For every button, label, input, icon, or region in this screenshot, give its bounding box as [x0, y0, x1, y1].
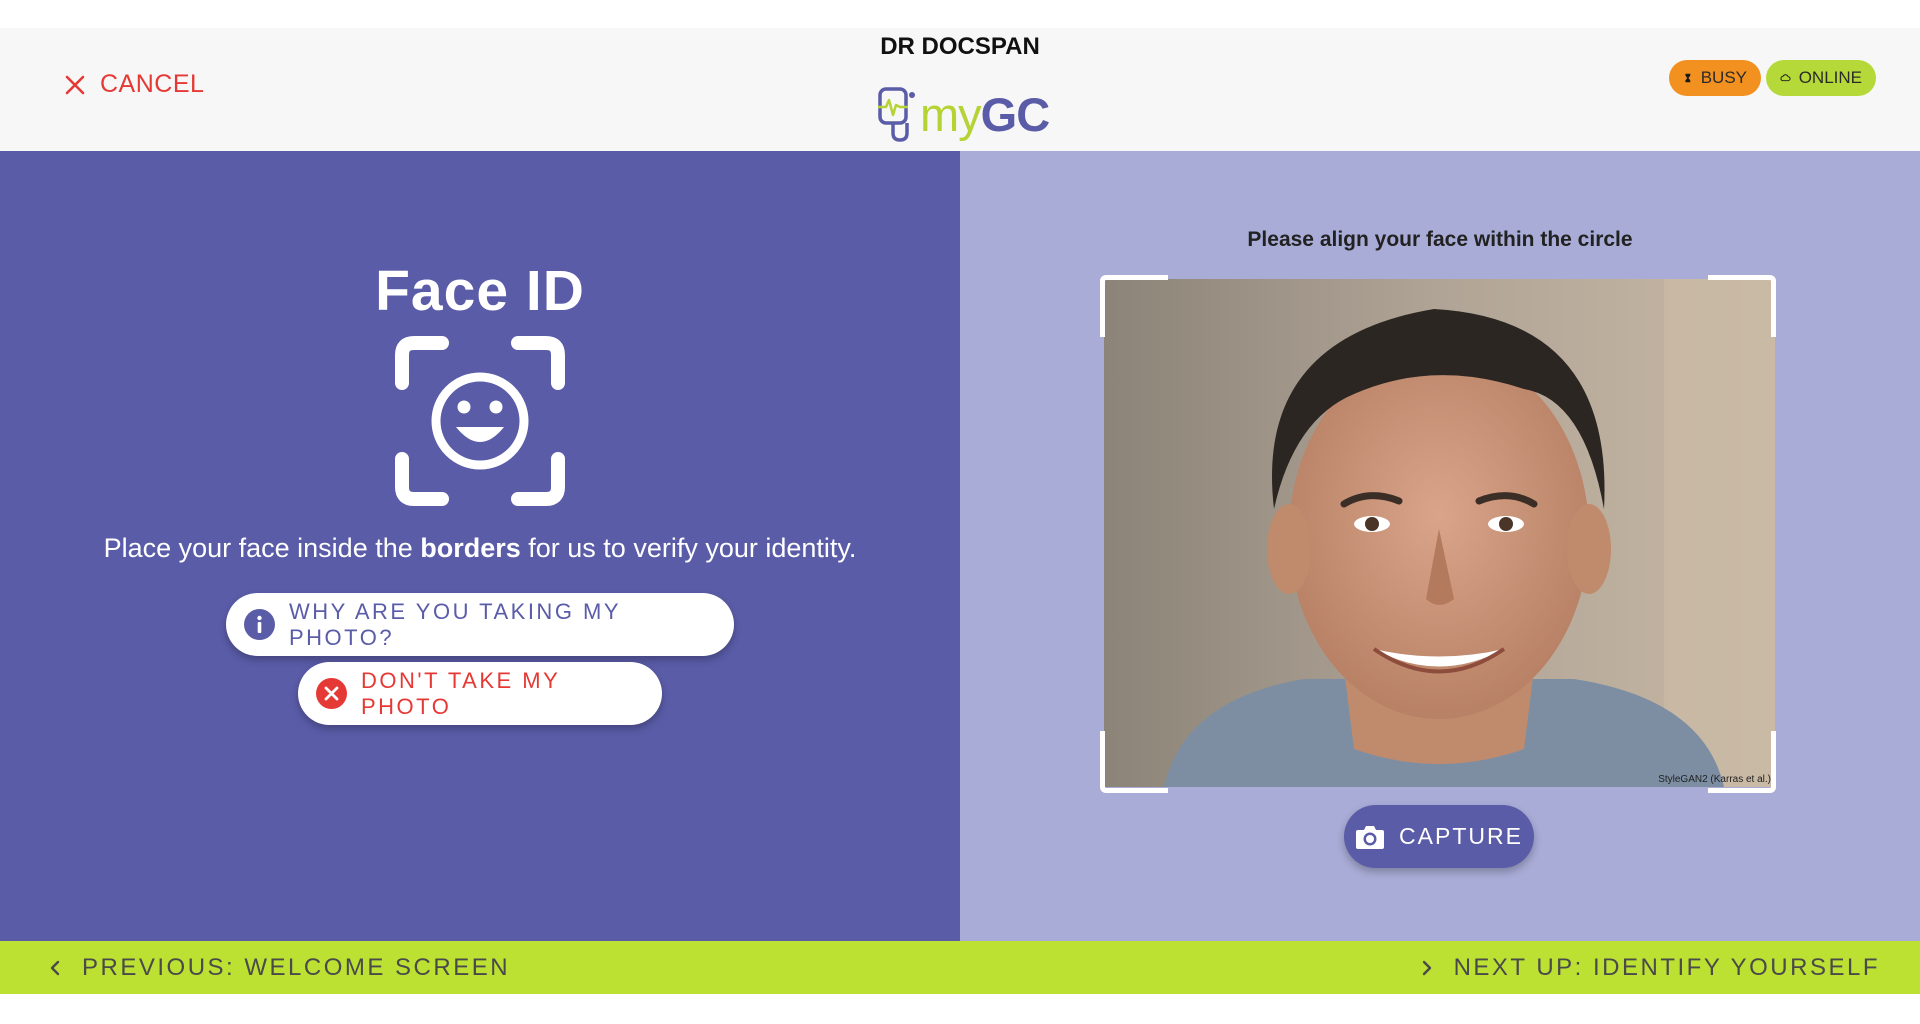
footer-nav: PREVIOUS: WELCOME SCREEN NEXT UP: IDENTI…	[0, 941, 1920, 994]
top-strip	[0, 0, 1920, 28]
instruction-text: Place your face inside the borders for u…	[0, 533, 960, 564]
info-icon	[244, 609, 275, 640]
instruction-pre: Place your face inside the	[103, 533, 421, 563]
dont-take-photo-button[interactable]: DON'T TAKE MY PHOTO	[298, 662, 662, 725]
capture-label: CAPTURE	[1399, 823, 1523, 849]
camera-panel: Please align your face within the circle	[960, 151, 1920, 941]
status-online-badge[interactable]: ONLINE	[1766, 60, 1876, 96]
stethoscope-logo-icon	[878, 87, 915, 142]
chevron-left-icon	[50, 960, 60, 976]
close-icon	[65, 75, 85, 94]
instruction-bold: borders	[420, 533, 521, 563]
instruction-post: for us to verify your identity.	[520, 533, 857, 563]
bottom-strip	[0, 994, 1920, 1024]
align-instruction: Please align your face within the circle	[1247, 228, 1633, 251]
next-step-label: NEXT UP: IDENTIFY YOURSELF	[1453, 954, 1880, 981]
cloud-icon	[1780, 74, 1791, 82]
page-title: Face ID	[375, 259, 585, 323]
capture-button[interactable]: CAPTURE	[1344, 805, 1534, 868]
dont-take-photo-label: DON'T TAKE MY PHOTO	[361, 667, 560, 719]
header: CANCEL DR DOCSPAN my GC BUSY ONLINE	[0, 28, 1920, 151]
status-busy-badge[interactable]: BUSY	[1669, 60, 1761, 96]
face-photo-image	[1104, 279, 1775, 787]
frame-corner-bottom-left	[1100, 731, 1168, 793]
app-logo: my GC	[876, 84, 1050, 144]
previous-step-label: PREVIOUS: WELCOME SCREEN	[82, 954, 511, 981]
face-scan-icon	[395, 336, 565, 506]
why-photo-button[interactable]: WHY ARE YOU TAKING MY PHOTO?	[226, 593, 734, 656]
camera-icon	[1356, 825, 1385, 849]
chevron-right-icon	[1422, 960, 1431, 976]
why-photo-label: WHY ARE YOU TAKING MY PHOTO?	[289, 598, 621, 650]
camera-photo: StyleGAN2 (Karras et al.)	[1104, 279, 1775, 787]
logo-my: my	[920, 87, 982, 141]
cancel-button[interactable]: CANCEL	[64, 70, 204, 99]
hourglass-icon	[1685, 73, 1691, 83]
cancel-circle-icon	[316, 678, 347, 709]
next-step-button[interactable]: NEXT UP: IDENTIFY YOURSELF	[1420, 954, 1880, 982]
busy-label: BUSY	[1700, 68, 1747, 87]
frame-corner-top-left	[1100, 275, 1168, 337]
cancel-label: CANCEL	[100, 70, 205, 98]
doctor-name: DR DOCSPAN	[880, 33, 1040, 60]
frame-corner-bottom-right	[1708, 731, 1776, 793]
online-label: ONLINE	[1798, 68, 1862, 87]
previous-step-button[interactable]: PREVIOUS: WELCOME SCREEN	[48, 954, 510, 982]
logo-gc: GC	[980, 87, 1050, 141]
face-id-info-panel: Face ID Place your face inside the borde…	[0, 151, 960, 941]
frame-corner-top-right	[1708, 275, 1776, 337]
camera-preview: StyleGAN2 (Karras et al.)	[1100, 275, 1776, 793]
